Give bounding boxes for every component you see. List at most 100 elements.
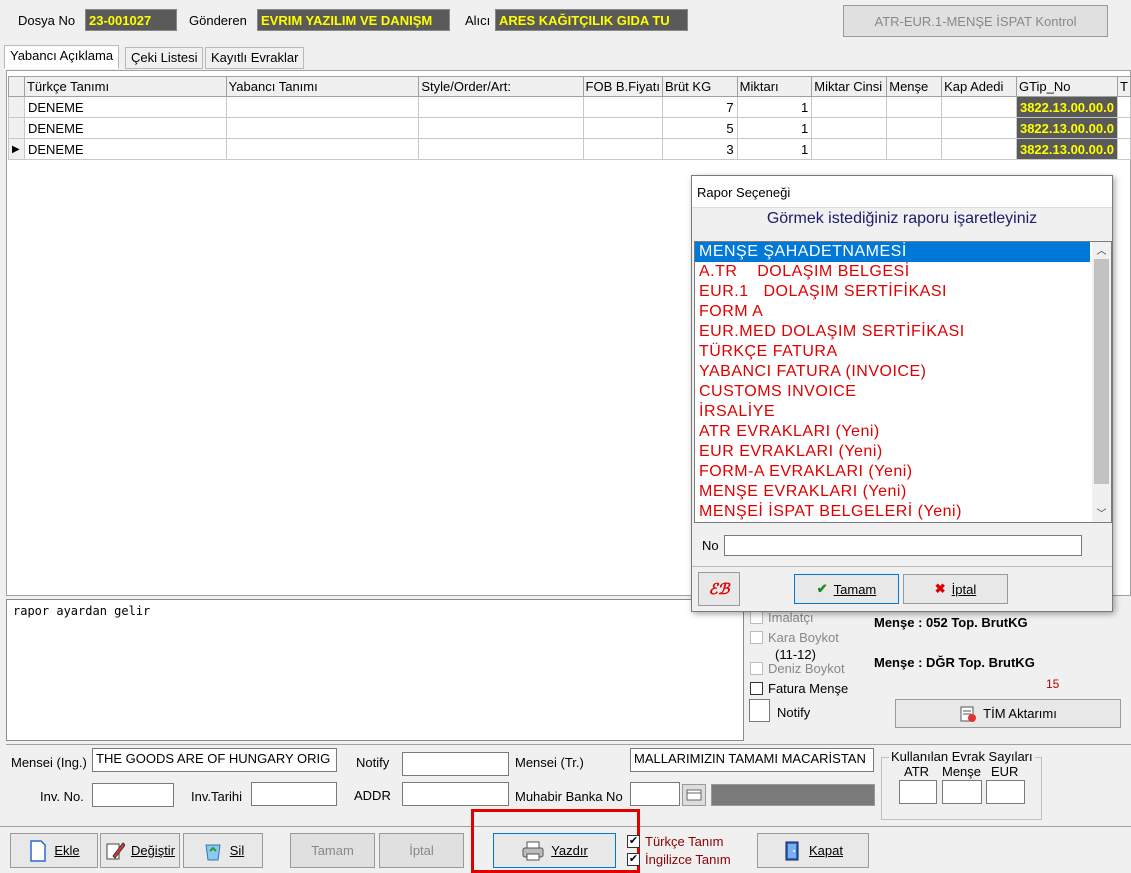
addr-field[interactable] [402,782,509,806]
mense-count-field[interactable] [942,780,982,804]
cell-yabanci[interactable] [225,96,420,118]
report-list-item[interactable]: MENŞE ŞAHADETNAMESİ [695,242,1090,262]
degistir-button[interactable]: Değiştir [100,833,180,868]
tab-kayitli-evraklar[interactable]: Kayıtlı Evraklar [205,47,305,69]
cell-gtip[interactable]: 3822.13.00.00.0 [1015,96,1118,118]
cell-brut[interactable]: 3 [661,138,738,160]
dialog-tamam-button[interactable]: ✔ Tamam [794,574,899,604]
deniz-boykot-checkbox[interactable] [750,662,763,675]
scroll-down-icon[interactable]: ﹀ [1092,505,1111,522]
cell-style[interactable] [418,96,584,118]
report-list-item[interactable]: CUSTOMS INVOICE [695,382,1090,402]
cell-turkce[interactable]: DENEME [23,138,227,160]
report-list-item[interactable]: FORM A [695,302,1090,322]
cell-mense[interactable] [886,117,943,139]
cell-gtip[interactable]: 3822.13.00.00.0 [1015,117,1118,139]
report-list-item[interactable]: EUR.1 DOLAŞIM SERTİFİKASI [695,282,1090,302]
col-mense[interactable]: Menşe [886,76,943,97]
cell-turkce[interactable]: DENEME [23,117,227,139]
report-list-item[interactable]: YABANCI FATURA (INVOICE) [695,362,1090,382]
cell-brut[interactable]: 5 [661,117,738,139]
report-list-item[interactable]: EUR.MED DOLAŞIM SERTİFİKASI [695,322,1090,342]
cell-yabanci[interactable] [225,117,420,139]
table-row[interactable]: ▶ DENEME 3 1 3822.13.00.00.0 [8,138,1131,160]
cell-t[interactable] [1116,96,1131,118]
table-row[interactable]: DENEME 5 1 3822.13.00.00.0 [8,117,1131,139]
cell-fob[interactable] [582,138,663,160]
iptal-button[interactable]: İptal [379,833,464,868]
cell-kap[interactable] [941,96,1017,118]
tamam-button[interactable]: Tamam [290,833,375,868]
cell-kap[interactable] [941,138,1017,160]
no-field[interactable] [724,535,1082,556]
report-list-item[interactable]: İRSALİYE [695,402,1090,422]
cell-style[interactable] [418,117,584,139]
atr-kontrol-button[interactable]: ATR-EUR.1-MENŞE İSPAT Kontrol [843,5,1108,37]
kara-boykot-checkbox[interactable] [750,631,763,644]
report-list-item[interactable]: MENŞE EVRAKLARI (Yeni) [695,482,1090,502]
atr-count-field[interactable] [899,780,937,804]
report-list-item[interactable]: FORM-A EVRAKLARI (Yeni) [695,462,1090,482]
col-miktari[interactable]: Miktarı [736,76,813,97]
tab-ceki-listesi[interactable]: Çeki Listesi [125,47,204,69]
cell-kap[interactable] [941,117,1017,139]
cell-yabanci[interactable] [225,138,420,160]
cell-fob[interactable] [582,96,663,118]
cell-brut[interactable]: 7 [661,96,738,118]
alici-field[interactable]: ARES KAĞITÇILIK GIDA TU [495,9,688,31]
cell-cins[interactable] [811,117,888,139]
col-kap-adedi[interactable]: Kap Adedi [941,76,1017,97]
cell-miktar[interactable]: 1 [736,138,813,160]
ingilizce-tanim-checkbox[interactable]: ✔ [627,853,640,866]
tab-yabanci-aciklama[interactable]: Yabancı Açıklama [4,45,120,69]
cell-mense[interactable] [886,138,943,160]
report-list-item[interactable]: ATR EVRAKLARI (Yeni) [695,422,1090,442]
col-t[interactable]: T [1116,76,1131,97]
items-grid[interactable]: Türkçe Tanımı Yabancı Tanımı Style/Order… [8,76,1131,160]
yazdir-button[interactable]: Yazdır [493,833,616,868]
inv-tarihi-field[interactable] [251,782,337,806]
mensei-tr-field[interactable]: MALLARIMIZIN TAMAMI MACARİSTAN [630,748,874,772]
notify-box[interactable] [749,699,770,722]
mensei-ing-field[interactable]: THE GOODS ARE OF HUNGARY ORIG [92,748,337,772]
col-yabanci-tanimi[interactable]: Yabancı Tanımı [225,76,420,97]
dialog-iptal-button[interactable]: ✖ İptal [903,574,1008,604]
gonderen-field[interactable]: EVRIM YAZILIM VE DANIŞM [257,9,450,31]
ekle-button[interactable]: Ekle [10,833,98,868]
cell-miktar[interactable]: 1 [736,96,813,118]
table-row[interactable]: DENEME 7 1 3822.13.00.00.0 [8,96,1131,118]
memo-textarea[interactable]: rapor ayardan gelir [6,599,744,741]
report-list-item[interactable]: TÜRKÇE FATURA [695,342,1090,362]
col-style-order[interactable]: Style/Order/Art: [418,76,584,97]
report-list[interactable]: MENŞE ŞAHADETNAMESİ A.TR DOLAŞIM BELGESİ E… [694,241,1112,523]
notify-field[interactable] [402,752,509,776]
fatura-mense-checkbox[interactable] [750,682,763,695]
cell-t[interactable] [1116,117,1131,139]
report-list-item[interactable]: MENŞEİ İSPAT BELGELERİ (Yeni) [695,502,1090,522]
cell-style[interactable] [418,138,584,160]
eur-count-field[interactable] [986,780,1025,804]
cell-gtip[interactable]: 3822.13.00.00.0 [1015,138,1118,160]
cell-cins[interactable] [811,96,888,118]
tim-aktarimi-button[interactable]: TİM Aktarımı [895,699,1121,728]
muhabir-field[interactable] [630,782,680,806]
inv-no-field[interactable] [92,783,174,807]
scroll-up-icon[interactable]: ︿ [1092,242,1111,259]
kapat-button[interactable]: Kapat [757,833,869,868]
scroll-thumb[interactable] [1094,259,1109,484]
col-turkce-tanimi[interactable]: Türkçe Tanımı [23,76,227,97]
imalatci-checkbox[interactable] [750,611,763,624]
cell-fob[interactable] [582,117,663,139]
col-fob-fiyati[interactable]: FOB B.Fiyatı [582,76,663,97]
cell-turkce[interactable]: DENEME [23,96,227,118]
cell-t[interactable] [1116,138,1131,160]
col-brut-kg[interactable]: Brüt KG [661,76,738,97]
col-miktar-cinsi[interactable]: Miktar Cinsi [811,76,888,97]
calendar-icon[interactable] [682,784,706,806]
sil-button[interactable]: Sil [183,833,263,868]
report-list-item[interactable]: EUR EVRAKLARI (Yeni) [695,442,1090,462]
cell-cins[interactable] [811,138,888,160]
cell-mense[interactable] [886,96,943,118]
col-gtip-no[interactable]: GTip_No [1015,76,1118,97]
report-list-scrollbar[interactable]: ︿ ﹀ [1092,242,1111,522]
